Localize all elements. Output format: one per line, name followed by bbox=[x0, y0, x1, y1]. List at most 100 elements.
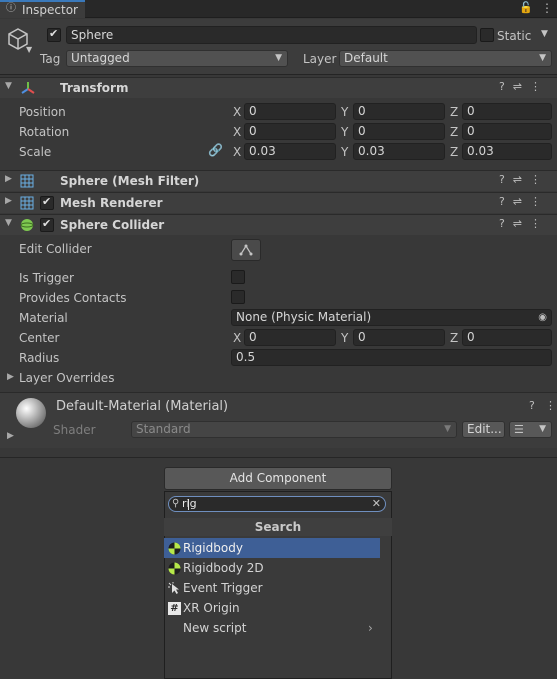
sphere-collider-title: Sphere Collider bbox=[60, 218, 165, 232]
tag-label: Tag bbox=[40, 52, 61, 66]
add-component-button[interactable]: Add Component bbox=[164, 467, 392, 490]
text-caret bbox=[188, 499, 189, 510]
axis-x-label: X bbox=[233, 145, 242, 159]
edit-bounds-icon bbox=[239, 244, 253, 256]
axis-x-label: X bbox=[233, 125, 242, 139]
rotation-x-field[interactable]: 0 bbox=[244, 123, 336, 140]
name-field[interactable]: Sphere bbox=[66, 26, 477, 44]
shader-label: Shader bbox=[53, 423, 96, 437]
axis-z-label: Z bbox=[450, 331, 459, 345]
fold-closed-icon[interactable]: ▶ bbox=[5, 174, 12, 184]
result-label: New script bbox=[183, 621, 247, 635]
position-y-field[interactable]: 0 bbox=[353, 103, 445, 120]
axis-y-label: Y bbox=[341, 125, 349, 139]
radius-field[interactable]: 0.5 bbox=[231, 349, 552, 366]
scale-z-field[interactable]: 0.03 bbox=[462, 143, 552, 160]
result-xr-origin[interactable]: # XR Origin bbox=[164, 598, 380, 618]
axis-x-label: X bbox=[233, 105, 242, 119]
tab-inspector[interactable]: ⓘ Inspector bbox=[0, 0, 85, 18]
axis-y-label: Y bbox=[341, 145, 349, 159]
is-trigger-checkbox[interactable] bbox=[231, 270, 245, 284]
edit-collider-button[interactable] bbox=[231, 239, 261, 261]
static-dropdown-icon[interactable]: ▼ bbox=[541, 29, 548, 39]
object-picker-icon[interactable]: ◉ bbox=[538, 310, 547, 325]
layer-value: Default bbox=[344, 51, 388, 65]
script-icon: # bbox=[168, 602, 181, 615]
sphere-collider-enabled-checkbox[interactable] bbox=[40, 217, 54, 232]
tab-bar: ⓘ Inspector 🔓 ⋮ bbox=[0, 0, 557, 18]
provides-contacts-checkbox[interactable] bbox=[231, 290, 245, 304]
help-icon[interactable]: ? bbox=[529, 399, 535, 412]
active-checkbox[interactable] bbox=[47, 27, 61, 42]
component-header-icons[interactable]: ?⇌⋮ bbox=[499, 195, 549, 208]
material-title: Default-Material (Material) bbox=[56, 399, 229, 414]
radius-label: Radius bbox=[19, 351, 60, 365]
transform-icon bbox=[21, 82, 35, 94]
shader-options-button[interactable]: ☰ ▼ bbox=[509, 421, 552, 438]
transform-title: Transform bbox=[60, 81, 129, 95]
fold-closed-icon[interactable]: ▶ bbox=[7, 431, 14, 441]
rotation-z-field[interactable]: 0 bbox=[462, 123, 552, 140]
scale-x-field[interactable]: 0.03 bbox=[244, 143, 336, 160]
axis-z-label: Z bbox=[450, 145, 459, 159]
mesh-renderer-header[interactable]: ▶ Mesh Renderer ?⇌⋮ bbox=[0, 192, 557, 213]
link-icon[interactable]: 🔗 bbox=[208, 143, 223, 157]
sphere-collider-header[interactable]: ▼ Sphere Collider ?⇌⋮ bbox=[0, 214, 557, 235]
mesh-renderer-enabled-checkbox[interactable] bbox=[40, 195, 54, 210]
center-y-field[interactable]: 0 bbox=[353, 329, 445, 346]
position-z-field[interactable]: 0 bbox=[462, 103, 552, 120]
chevron-down-icon: ▼ bbox=[275, 53, 282, 63]
result-label: Rigidbody bbox=[183, 541, 243, 555]
result-label: Event Trigger bbox=[183, 581, 263, 595]
static-checkbox[interactable] bbox=[480, 28, 494, 42]
chevron-down-icon: ▼ bbox=[539, 53, 546, 63]
mesh-filter-header[interactable]: ▶ Sphere (Mesh Filter) ?⇌⋮ bbox=[0, 170, 557, 191]
clear-search-icon[interactable]: ✕ bbox=[372, 497, 381, 511]
edit-collider-label: Edit Collider bbox=[19, 242, 92, 256]
result-label: Rigidbody 2D bbox=[183, 561, 264, 575]
center-x-field[interactable]: 0 bbox=[244, 329, 336, 346]
component-header-icons[interactable]: ?⇌⋮ bbox=[499, 217, 549, 230]
transform-header[interactable]: ▼ Transform ?⇌⋮ bbox=[0, 77, 557, 98]
rotation-label: Rotation bbox=[19, 125, 70, 139]
rigidbody2d-icon bbox=[168, 562, 181, 575]
search-results-header: Search bbox=[164, 518, 392, 536]
result-rigidbody-2d[interactable]: Rigidbody 2D bbox=[164, 558, 380, 578]
fold-closed-icon[interactable]: ▶ bbox=[5, 196, 12, 206]
axis-y-label: Y bbox=[341, 331, 349, 345]
material-object-field[interactable]: None (Physic Material) ◉ bbox=[231, 309, 552, 326]
shader-dropdown[interactable]: Standard ▼ bbox=[131, 421, 457, 438]
layer-overrides-foldout[interactable]: Layer Overrides bbox=[19, 370, 114, 386]
fold-open-icon[interactable]: ▼ bbox=[5, 81, 12, 91]
result-rigidbody[interactable]: Rigidbody bbox=[164, 538, 380, 558]
mesh-renderer-title: Mesh Renderer bbox=[60, 196, 163, 210]
chevron-down-icon: ▼ bbox=[444, 424, 451, 434]
result-event-trigger[interactable]: Event Trigger bbox=[164, 578, 380, 598]
layer-dropdown[interactable]: Default ▼ bbox=[339, 50, 552, 67]
axis-z-label: Z bbox=[450, 125, 459, 139]
scale-label: Scale bbox=[19, 145, 52, 159]
chevron-down-icon[interactable]: ▼ bbox=[26, 45, 32, 54]
info-icon: ⓘ bbox=[6, 3, 16, 14]
mesh-renderer-icon bbox=[20, 196, 34, 210]
position-x-field[interactable]: 0 bbox=[244, 103, 336, 120]
fold-closed-icon[interactable]: ▶ bbox=[7, 372, 14, 382]
tag-dropdown[interactable]: Untagged ▼ bbox=[66, 50, 288, 67]
tag-value: Untagged bbox=[71, 51, 130, 65]
component-header-icons[interactable]: ?⇌⋮ bbox=[499, 80, 549, 93]
lock-icon[interactable]: 🔓 bbox=[519, 1, 533, 14]
shader-value: Standard bbox=[136, 422, 191, 436]
chevron-down-icon: ▼ bbox=[539, 424, 546, 434]
scale-y-field[interactable]: 0.03 bbox=[353, 143, 445, 160]
rotation-y-field[interactable]: 0 bbox=[353, 123, 445, 140]
result-new-script[interactable]: New script › bbox=[164, 618, 380, 638]
component-search-input[interactable]: ⚲ rig ✕ bbox=[168, 496, 386, 512]
fold-open-icon[interactable]: ▼ bbox=[5, 218, 12, 228]
sphere-collider-icon bbox=[20, 219, 34, 231]
kebab-menu-icon[interactable]: ⋮ bbox=[541, 1, 553, 15]
component-header-icons[interactable]: ?⇌⋮ bbox=[499, 173, 549, 186]
kebab-menu-icon[interactable]: ⋮ bbox=[545, 399, 556, 412]
center-label: Center bbox=[19, 331, 60, 345]
edit-shader-button[interactable]: Edit... bbox=[462, 421, 505, 438]
center-z-field[interactable]: 0 bbox=[462, 329, 552, 346]
